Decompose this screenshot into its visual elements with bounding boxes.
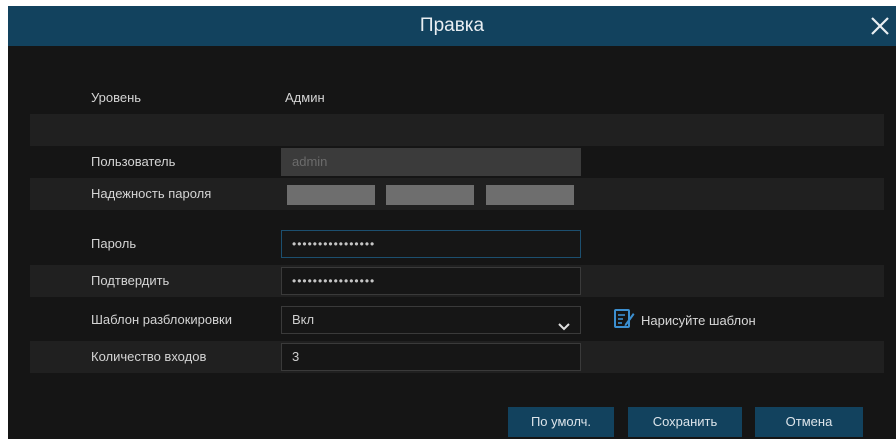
password-label: Пароль xyxy=(91,236,137,251)
row-login-count: Количество входов 3 xyxy=(30,341,884,373)
unlock-pattern-select[interactable]: Вкл xyxy=(281,306,581,334)
password-strength-label: Надежность пароля xyxy=(91,186,212,201)
strength-segment-1 xyxy=(287,185,375,205)
confirm-password-field[interactable]: •••••••••••••••• xyxy=(281,267,581,295)
login-count-field[interactable]: 3 xyxy=(281,343,581,371)
chevron-down-icon xyxy=(558,315,570,331)
row-password-strength: Надежность пароля xyxy=(30,178,884,210)
edit-pattern-icon xyxy=(613,307,635,334)
draw-pattern-label: Нарисуйте шаблон xyxy=(641,312,756,328)
confirm-label: Подтвердить xyxy=(91,273,170,288)
unlock-pattern-label: Шаблон разблокировки xyxy=(91,312,232,327)
row-password: Пароль •••••••••••••••• xyxy=(30,228,884,260)
level-label: Уровень xyxy=(91,90,142,105)
user-field: admin xyxy=(281,148,581,176)
edit-user-dialog: Правка Уровень Админ Пользователь admin … xyxy=(8,6,896,439)
save-button[interactable]: Сохранить xyxy=(628,407,742,437)
dialog-title: Правка xyxy=(419,15,485,36)
row-confirm: Подтвердить •••••••••••••••• xyxy=(30,265,884,297)
strength-segment-3 xyxy=(486,185,574,205)
dialog-titlebar: Правка xyxy=(8,6,896,46)
user-label: Пользователь xyxy=(91,154,176,169)
password-field[interactable]: •••••••••••••••• xyxy=(281,230,581,258)
row-level: Уровень Админ xyxy=(30,82,884,114)
login-count-label: Количество входов xyxy=(91,349,207,364)
unlock-pattern-value: Вкл xyxy=(292,312,315,327)
draw-pattern-link[interactable]: Нарисуйте шаблон xyxy=(613,308,756,332)
row-spacer xyxy=(30,114,884,146)
level-value: Админ xyxy=(285,90,325,105)
default-button[interactable]: По умолч. xyxy=(508,407,614,437)
strength-segment-2 xyxy=(386,185,474,205)
close-icon[interactable] xyxy=(868,14,892,38)
row-unlock-pattern: Шаблон разблокировки Вкл Нарисуйте шабло… xyxy=(30,304,884,336)
cancel-button[interactable]: Отмена xyxy=(755,407,863,437)
row-user: Пользователь admin xyxy=(30,146,884,178)
